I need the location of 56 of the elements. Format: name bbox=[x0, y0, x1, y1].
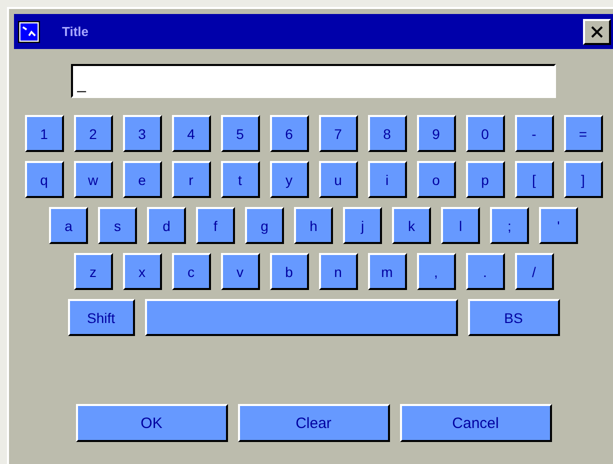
close-button[interactable] bbox=[583, 18, 611, 44]
key-button[interactable]: i bbox=[368, 161, 406, 198]
key-button[interactable]: j bbox=[343, 207, 382, 244]
key-button[interactable]: k bbox=[392, 207, 431, 244]
key-button[interactable]: . bbox=[466, 253, 504, 290]
key-button[interactable]: = bbox=[564, 115, 602, 152]
close-icon bbox=[591, 26, 603, 38]
space-key[interactable] bbox=[144, 299, 458, 336]
key-button[interactable]: 0 bbox=[466, 115, 504, 152]
key-button[interactable]: 8 bbox=[368, 115, 406, 152]
key-button[interactable]: s bbox=[98, 207, 137, 244]
key-button[interactable]: r bbox=[172, 161, 210, 198]
key-button[interactable]: d bbox=[147, 207, 186, 244]
key-button[interactable]: / bbox=[514, 253, 554, 290]
key-button[interactable]: Shift bbox=[68, 299, 134, 336]
key-button[interactable]: o bbox=[416, 161, 456, 198]
action-button[interactable]: Cancel bbox=[400, 404, 552, 442]
key-button[interactable]: , bbox=[416, 253, 456, 290]
key-button[interactable]: 6 bbox=[270, 115, 308, 152]
key-button[interactable]: - bbox=[514, 115, 554, 152]
key-button[interactable]: BS bbox=[468, 299, 560, 336]
key-button[interactable]: p bbox=[466, 161, 504, 198]
key-button[interactable]: y bbox=[270, 161, 308, 198]
key-button[interactable]: c bbox=[172, 253, 210, 290]
key-button[interactable]: g bbox=[245, 207, 284, 244]
key-button[interactable]: 7 bbox=[318, 115, 358, 152]
window-title: Title bbox=[62, 24, 90, 39]
key-button[interactable]: x bbox=[122, 253, 162, 290]
action-button[interactable]: OK bbox=[76, 404, 228, 442]
key-button[interactable]: 5 bbox=[220, 115, 260, 152]
app-icon bbox=[18, 20, 40, 42]
key-button[interactable]: 9 bbox=[416, 115, 456, 152]
key-button[interactable]: 4 bbox=[172, 115, 210, 152]
key-button[interactable]: a bbox=[49, 207, 88, 244]
key-button[interactable]: 2 bbox=[74, 115, 112, 152]
key-button[interactable]: w bbox=[74, 161, 112, 198]
key-button[interactable]: h bbox=[294, 207, 333, 244]
key-button[interactable]: ] bbox=[564, 161, 602, 198]
key-button[interactable]: f bbox=[196, 207, 235, 244]
key-button[interactable]: e bbox=[122, 161, 162, 198]
key-button[interactable]: u bbox=[318, 161, 358, 198]
key-button[interactable]: 3 bbox=[122, 115, 162, 152]
key-button[interactable]: z bbox=[74, 253, 112, 290]
key-button[interactable]: [ bbox=[514, 161, 554, 198]
key-button[interactable]: q bbox=[24, 161, 64, 198]
key-button[interactable]: ; bbox=[490, 207, 529, 244]
key-button[interactable]: 1 bbox=[24, 115, 64, 152]
input-field[interactable]: _ bbox=[71, 64, 556, 98]
key-button[interactable]: n bbox=[318, 253, 358, 290]
key-button[interactable]: t bbox=[220, 161, 260, 198]
key-button[interactable]: m bbox=[368, 253, 406, 290]
key-button[interactable]: l bbox=[441, 207, 480, 244]
key-button[interactable]: v bbox=[220, 253, 260, 290]
key-button[interactable]: ' bbox=[539, 207, 578, 244]
key-button[interactable]: b bbox=[270, 253, 308, 290]
action-button[interactable]: Clear bbox=[238, 404, 390, 442]
